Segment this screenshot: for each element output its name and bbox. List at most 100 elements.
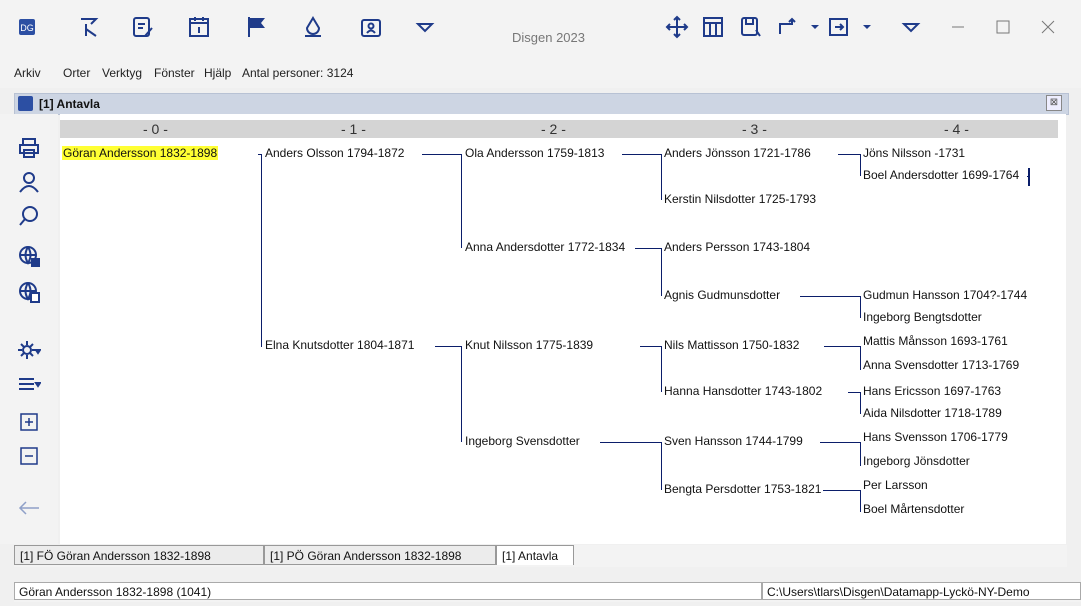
person-gen1[interactable]: Anders Olsson 1794-1872 (264, 146, 406, 160)
person-gen1[interactable]: Elna Knutsdotter 1804-1871 (264, 338, 416, 352)
document-icon (18, 96, 33, 111)
left-toolbar (0, 114, 58, 544)
person-gen3[interactable]: Anders Persson 1743-1804 (663, 240, 812, 254)
document-tabs: [1] FÖ Göran Andersson 1832-1898 [1] PÖ … (14, 545, 1067, 567)
person-gen3[interactable]: Hanna Hansdotter 1743-1802 (663, 384, 824, 398)
folder-person-icon[interactable] (358, 14, 384, 40)
person-gen0[interactable]: Göran Andersson 1832-1898 (62, 146, 219, 160)
person-gen3[interactable]: Sven Hansson 1744-1799 (663, 434, 804, 448)
generation-label: - 4 - (944, 121, 969, 137)
menu-verktyg[interactable]: Verktyg (102, 66, 142, 80)
menu-fonster[interactable]: Fönster (154, 66, 195, 80)
generation-header: - 0 - - 1 - - 2 - - 3 - - 4 - (60, 120, 1058, 138)
app-title: Disgen 2023 (512, 30, 585, 45)
settings-icon[interactable] (17, 338, 42, 362)
status-bar: Göran Andersson 1832-1898 (1041) C:\User… (14, 582, 1081, 602)
connector-line (860, 296, 861, 318)
person-icon[interactable] (17, 170, 41, 194)
save-icon[interactable] (738, 14, 764, 40)
connector-line (860, 392, 861, 414)
connector-line (661, 248, 662, 296)
person-gen3[interactable]: Anders Jönsson 1721-1786 (663, 146, 812, 160)
swap-dropdown-icon[interactable] (854, 14, 880, 40)
person-gen2[interactable]: Ola Andersson 1759-1813 (464, 146, 606, 160)
overflow-dropdown-icon[interactable] (898, 14, 924, 40)
connector-line (860, 490, 861, 512)
tab-po[interactable]: [1] PÖ Göran Andersson 1832-1898 (264, 545, 496, 565)
person-gen4[interactable]: Boel Mårtensdotter (862, 502, 966, 516)
maximize-icon[interactable] (990, 14, 1016, 40)
dropdown-icon[interactable] (412, 14, 438, 40)
disgen-app-icon: DG (14, 14, 40, 40)
search-icon[interactable] (17, 204, 41, 228)
expand-icon[interactable] (17, 410, 41, 434)
flag-icon[interactable] (244, 14, 270, 40)
list-icon[interactable] (17, 372, 42, 396)
branch-dropdown-icon[interactable] (802, 14, 828, 40)
connector-line (261, 154, 262, 347)
move-icon[interactable] (664, 14, 690, 40)
document-close-button[interactable]: ⊠ (1046, 95, 1062, 111)
globe-window-icon[interactable] (17, 280, 41, 304)
globe-add-icon[interactable] (17, 244, 41, 268)
status-selected-person: Göran Andersson 1832-1898 (1041) (14, 582, 762, 600)
connector-line (860, 346, 861, 370)
person-gen4[interactable]: Hans Svensson 1706-1779 (862, 430, 1009, 444)
person-gen4[interactable]: Ingeborg Jönsdotter (862, 454, 971, 468)
person-gen4[interactable]: Anna Svensdotter 1713-1769 (862, 358, 1021, 372)
person-gen3[interactable]: Agnis Gudmunsdotter (663, 288, 782, 302)
person-gen4[interactable]: Ingeborg Bengtsdotter (862, 310, 983, 324)
generation-label: - 1 - (341, 121, 366, 137)
person-gen4[interactable]: Hans Ericsson 1697-1763 (862, 384, 1003, 398)
print-icon[interactable] (17, 136, 41, 160)
person-gen4[interactable]: Gudmun Hansson 1704?-1744 (862, 288, 1029, 302)
person-count: Antal personer: 3124 (242, 66, 354, 80)
branch-icon[interactable] (774, 14, 800, 40)
connector-line (824, 346, 861, 347)
person-gen3[interactable]: Bengta Persdotter 1753-1821 (663, 482, 823, 496)
person-gen4[interactable]: Boel Andersdotter 1699-1764 (862, 168, 1021, 182)
toolbar: DG Disgen 2023 (0, 0, 1081, 58)
person-gen3[interactable]: Kerstin Nilsdotter 1725-1793 (663, 192, 818, 206)
connector-line (1028, 168, 1030, 186)
minimize-icon[interactable] (945, 14, 971, 40)
drop-icon[interactable] (300, 14, 326, 40)
connector-line (661, 346, 662, 392)
tab-antavla[interactable]: [1] Antavla (496, 545, 574, 565)
connector-line (820, 442, 861, 443)
back-arrow-icon[interactable] (17, 496, 41, 520)
connector-line (661, 442, 662, 490)
calendar-icon[interactable] (186, 14, 212, 40)
connector-line (800, 296, 861, 297)
connector-line (860, 154, 861, 176)
menu-orter[interactable]: Orter (63, 66, 90, 80)
document-titlebar: [1] Antavla ⊠ (14, 93, 1069, 115)
tab-fo[interactable]: [1] FÖ Göran Andersson 1832-1898 (14, 545, 264, 565)
person-gen4[interactable]: Jöns Nilsson -1731 (862, 146, 967, 160)
menu-hjalp[interactable]: Hjälp (204, 66, 231, 80)
swap-icon[interactable] (826, 14, 852, 40)
edit-note-icon[interactable] (130, 14, 156, 40)
connector-line (622, 154, 662, 155)
person-gen2[interactable]: Ingeborg Svensdotter (464, 434, 581, 448)
directions-icon[interactable] (76, 14, 102, 40)
connector-line (600, 442, 662, 443)
menu-arkiv[interactable]: Arkiv (14, 66, 41, 80)
generation-label: - 2 - (541, 121, 566, 137)
connector-line (422, 154, 462, 155)
generation-label: - 3 - (742, 121, 767, 137)
close-icon[interactable] (1035, 14, 1061, 40)
person-gen3[interactable]: Nils Mattisson 1750-1832 (663, 338, 801, 352)
connector-line (823, 490, 861, 491)
menu-bar: Arkiv Orter Verktyg Fönster Hjälp Antal … (0, 58, 1081, 88)
connector-line (461, 346, 462, 442)
status-data-path: C:\Users\tlars\Disgen\Datamapp-Lyckö-NY-… (762, 582, 1081, 600)
connector-line (860, 442, 861, 466)
collapse-icon[interactable] (17, 444, 41, 468)
layout-icon[interactable] (700, 14, 726, 40)
person-gen4[interactable]: Aida Nilsdotter 1718-1789 (862, 406, 1003, 420)
person-gen2[interactable]: Knut Nilsson 1775-1839 (464, 338, 595, 352)
person-gen2[interactable]: Anna Andersdotter 1772-1834 (464, 240, 627, 254)
person-gen4[interactable]: Mattis Månsson 1693-1761 (862, 334, 1009, 348)
person-gen4[interactable]: Per Larsson (862, 478, 929, 492)
